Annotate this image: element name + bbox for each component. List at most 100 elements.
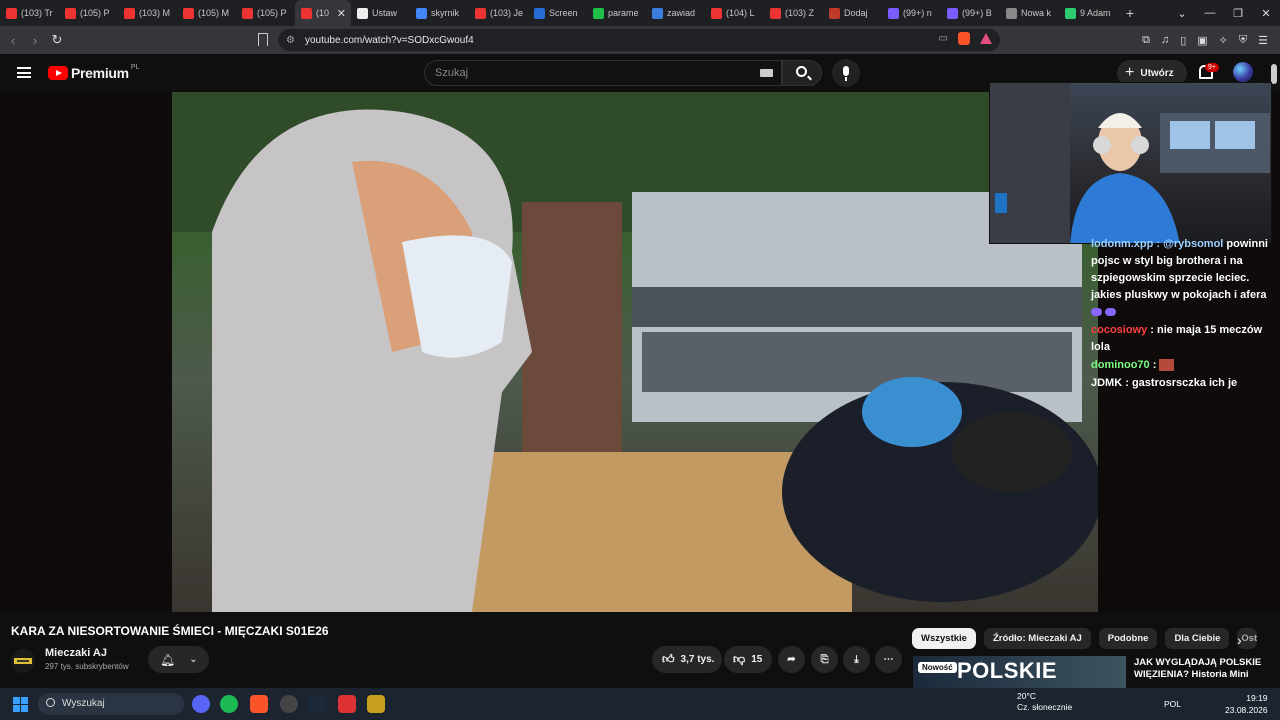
stream-chat-overlay: lodonm.xpp : @rybsomol powinni pojsc w s…: [1091, 236, 1271, 411]
tab-label: (105) M: [198, 8, 230, 18]
app-icon[interactable]: [338, 695, 356, 713]
reload-icon[interactable]: ↻: [46, 32, 68, 48]
language-indicator[interactable]: POL: [1164, 699, 1181, 709]
chevron-right-icon[interactable]: ›: [1237, 632, 1242, 648]
clock-date: 23.08.2026: [1225, 705, 1268, 715]
browser-tab[interactable]: (10 ✕: [295, 0, 351, 26]
browser-tab[interactable]: (103) M: [118, 0, 177, 26]
chip-similar[interactable]: Podobne: [1098, 628, 1158, 649]
download-button[interactable]: ⤓: [843, 646, 870, 673]
search-button[interactable]: [782, 60, 822, 86]
tab-close-icon[interactable]: ✕: [337, 7, 346, 20]
extensions-icon[interactable]: ⧉: [1142, 34, 1150, 47]
browser-tab[interactable]: Nowa k: [1000, 0, 1059, 26]
account-avatar[interactable]: [1233, 62, 1253, 82]
obs-icon[interactable]: [280, 695, 298, 713]
taskbar-search[interactable]: Wyszukaj: [38, 693, 184, 715]
forward-icon[interactable]: ›: [24, 33, 46, 48]
sidebar-icon[interactable]: ▯: [1180, 34, 1186, 47]
channel-name[interactable]: Mieczaki AJ: [45, 647, 107, 659]
browser-tab[interactable]: (104) L: [705, 0, 764, 26]
tab-label: skyrnik: [431, 8, 460, 18]
windows-taskbar: Wyszukaj 20°C Cz. słonecznie POL 19:19 2…: [0, 688, 1280, 720]
wallet-icon[interactable]: ▣: [1197, 34, 1207, 47]
browser-tab[interactable]: (105) M: [177, 0, 236, 26]
tab-favicon-icon: [711, 7, 722, 19]
video-info-area: KARA ZA NIESORTOWANIE ŚMIECI - MIĘCZAKI …: [0, 612, 1280, 688]
channel-avatar[interactable]: [11, 649, 35, 673]
menu-icon[interactable]: ☰: [1258, 34, 1268, 47]
tab-label: (103) Je: [490, 8, 524, 18]
voice-search-button[interactable]: [832, 59, 860, 87]
search-input[interactable]: Szukaj: [424, 60, 782, 86]
thumbs-up-icon: 👍︎: [662, 652, 675, 666]
bell-icon: 🔔︎: [160, 652, 176, 667]
browser-tab[interactable]: (105) P: [236, 0, 295, 26]
tab-favicon-icon: [6, 7, 17, 19]
subscription-bell-button[interactable]: 🔔︎ ⌄: [148, 646, 209, 673]
tab-label: Dodaj: [844, 8, 868, 18]
browser-tab[interactable]: zawiad: [646, 0, 705, 26]
discord-icon[interactable]: [192, 695, 210, 713]
brave-rewards-icon[interactable]: [980, 33, 992, 44]
browser-tab[interactable]: Ustaw: [351, 0, 410, 26]
weather-widget[interactable]: 20°C Cz. słonecznie: [1017, 691, 1072, 713]
back-icon[interactable]: ‹: [2, 33, 24, 48]
more-actions-button[interactable]: ⋯: [875, 646, 902, 673]
url-field[interactable]: ⚙ youtube.com/watch?v=SODxcGwouf4 ▭: [278, 29, 1000, 51]
like-button[interactable]: 👍︎ 3,7 tys.: [652, 646, 722, 673]
browser-tab[interactable]: (105) P: [59, 0, 118, 26]
new-tab-button[interactable]: +: [1118, 5, 1142, 21]
chip-for-you[interactable]: Dla Ciebie: [1165, 628, 1230, 649]
steam-icon[interactable]: [308, 695, 326, 713]
page-scrollbar[interactable]: [1271, 64, 1277, 84]
video-player[interactable]: [172, 92, 1098, 612]
weather-temp: 20°C: [1017, 691, 1036, 701]
clock[interactable]: 19:19 23.08.2026: [1225, 692, 1268, 716]
recommended-title[interactable]: JAK WYGLĄDAJĄ POLSKIE WIĘZIENIA? Histori…: [1134, 657, 1274, 681]
browser-tab[interactable]: (99+) B: [941, 0, 1000, 26]
bookmark-icon[interactable]: [258, 33, 268, 46]
leo-ai-icon[interactable]: ✧: [1219, 34, 1228, 47]
browser-tab[interactable]: parame: [587, 0, 646, 26]
cast-icon[interactable]: ▭: [939, 33, 948, 44]
spotify-icon[interactable]: [220, 695, 238, 713]
tab-favicon-icon: [770, 7, 781, 19]
guide-menu-icon[interactable]: [17, 67, 31, 78]
dislike-button[interactable]: 👎︎ 15: [724, 646, 772, 673]
tab-favicon-icon: [416, 7, 427, 19]
windows-start-icon[interactable]: [13, 697, 28, 712]
browser-tab[interactable]: skyrnik: [410, 0, 469, 26]
tab-label: (99+) B: [962, 8, 992, 18]
browser-tab[interactable]: Screen: [528, 0, 587, 26]
brave-icon[interactable]: [250, 695, 268, 713]
vpn-icon[interactable]: ⛨: [1239, 34, 1247, 47]
chip-all[interactable]: Wszystkie: [912, 628, 976, 649]
browser-tab[interactable]: (103) Tr: [0, 0, 59, 26]
browser-tab[interactable]: (103) Je: [469, 0, 528, 26]
tab-label: (103) M: [139, 8, 171, 18]
browser-tab[interactable]: (99+) n: [882, 0, 941, 26]
tab-label: (105) P: [80, 8, 110, 18]
chip-source[interactable]: Źródło: Mieczaki AJ: [983, 628, 1091, 649]
emote-image-icon: [1159, 359, 1175, 372]
browser-tab[interactable]: 9 Adam: [1059, 0, 1118, 26]
browser-tab[interactable]: Dodaj: [823, 0, 882, 26]
save-button[interactable]: ⎘: [811, 646, 838, 673]
tab-label: parame: [608, 8, 639, 18]
site-info-icon[interactable]: ⚙: [286, 35, 295, 46]
files-icon[interactable]: [367, 695, 385, 713]
share-button[interactable]: ➦: [778, 646, 805, 673]
tab-search-icon[interactable]: ⌄: [1168, 7, 1196, 20]
logo-country: PL: [130, 63, 140, 71]
brave-shield-icon[interactable]: [958, 32, 970, 45]
keyboard-icon[interactable]: [760, 69, 773, 77]
tab-favicon-icon: [947, 7, 958, 19]
minimize-button[interactable]: —: [1196, 7, 1224, 19]
maximize-button[interactable]: ❐: [1224, 7, 1252, 20]
browser-tab[interactable]: (103) Z: [764, 0, 823, 26]
close-window-button[interactable]: ✕: [1252, 7, 1280, 20]
webcam-frame: [990, 83, 1270, 243]
youtube-logo[interactable]: Premium PL: [48, 63, 140, 81]
media-icon[interactable]: ♫: [1161, 34, 1169, 46]
